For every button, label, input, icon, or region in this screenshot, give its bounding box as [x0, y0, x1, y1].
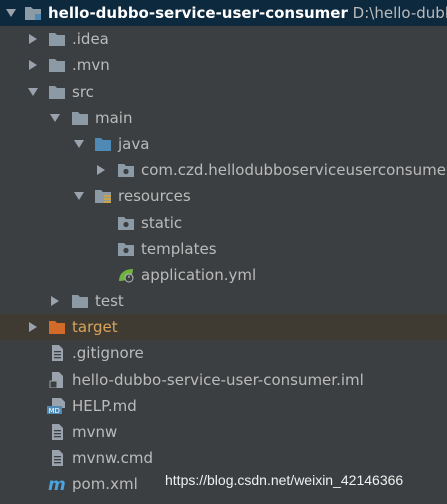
tree-row-gitignore[interactable]: .gitignore	[0, 340, 447, 366]
resources-folder-icon	[94, 188, 112, 204]
chevron-right-icon[interactable]	[26, 314, 40, 340]
package-icon	[117, 162, 135, 178]
tree-item-label: application.yml	[141, 265, 257, 284]
folder-icon	[48, 57, 66, 73]
watermark-text: https://blog.csdn.net/weixin_42146366	[165, 472, 404, 488]
chevron-right-icon[interactable]	[94, 157, 108, 183]
tree-item-label: com.czd.hellodubboserviceuserconsumer	[141, 161, 447, 180]
tree-row-static[interactable]: static	[0, 210, 447, 236]
tree-item-label: target	[72, 318, 118, 337]
tree-item-label: pom.xml	[72, 475, 138, 494]
tree-item-label: templates	[141, 239, 217, 258]
tree-item-label: .gitignore	[72, 344, 144, 363]
tree-item-label: main	[95, 108, 133, 127]
tree-row-iml[interactable]: hello-dubbo-service-user-consumer.iml	[0, 367, 447, 393]
maven-icon: m	[48, 476, 66, 492]
tree-item-label: hello-dubbo-service-user-consumer.iml	[72, 370, 364, 389]
tree-item-label: static	[141, 213, 183, 232]
tree-item-label: src	[72, 82, 94, 101]
project-name: hello-dubbo-service-user-consumer	[48, 4, 348, 22]
tree-item-label: test	[95, 292, 124, 311]
chevron-right-icon[interactable]	[48, 288, 62, 314]
tree-item-label: .idea	[72, 30, 109, 49]
project-tree: hello-dubbo-service-user-consumer D:\hel…	[0, 0, 447, 498]
chevron-down-icon[interactable]	[72, 131, 86, 157]
tree-row-application-yml[interactable]: application.yml	[0, 262, 447, 288]
module-file-icon	[48, 371, 66, 388]
chevron-down-icon[interactable]	[4, 0, 18, 26]
folder-icon	[117, 241, 135, 257]
module-folder-icon	[24, 5, 42, 21]
svg-text:m: m	[48, 476, 66, 492]
tree-item-label: mvnw	[72, 423, 118, 441]
chevron-down-icon[interactable]	[26, 79, 40, 105]
excluded-folder-icon	[48, 319, 66, 335]
tree-row-test[interactable]: test	[0, 288, 447, 314]
tree-row-package[interactable]: com.czd.hellodubboserviceuserconsumer	[0, 157, 447, 183]
svg-text:MD: MD	[49, 407, 60, 414]
tree-row-resources[interactable]: resources	[0, 183, 447, 209]
tree-row-mvnw-cmd[interactable]: mvnw.cmd	[0, 445, 447, 471]
chevron-right-icon[interactable]	[26, 26, 40, 52]
folder-icon	[48, 31, 66, 47]
folder-icon	[117, 215, 135, 231]
text-file-icon	[48, 424, 66, 440]
tree-item-label: HELP.md	[72, 396, 137, 415]
tree-row-root[interactable]: hello-dubbo-service-user-consumer D:\hel…	[0, 0, 447, 27]
chevron-right-icon[interactable]	[26, 52, 40, 78]
chevron-down-icon[interactable]	[72, 183, 86, 209]
chevron-down-icon[interactable]	[48, 105, 62, 131]
tree-row-src[interactable]: src	[0, 79, 447, 105]
tree-row-mvnw[interactable]: mvnw	[0, 419, 447, 445]
text-file-icon	[48, 450, 66, 467]
tree-row-help-md[interactable]: MD HELP.md	[0, 393, 447, 419]
spring-leaf-icon	[117, 267, 135, 283]
tree-item-label: resources	[118, 187, 191, 206]
markdown-icon: MD	[46, 397, 68, 414]
source-folder-icon	[94, 136, 112, 152]
tree-row-main[interactable]: main	[0, 105, 447, 131]
tree-row-java[interactable]: java	[0, 131, 447, 157]
folder-icon	[71, 110, 89, 126]
tree-row-templates[interactable]: templates	[0, 236, 447, 262]
tree-row-idea[interactable]: .idea	[0, 26, 447, 52]
folder-icon	[48, 84, 66, 100]
folder-icon	[71, 293, 89, 309]
project-path: D:\hello-dubbo\	[352, 4, 447, 22]
tree-item-label: .mvn	[72, 56, 110, 75]
root-label: hello-dubbo-service-user-consumer D:\hel…	[48, 0, 447, 26]
tree-item-label: mvnw.cmd	[72, 449, 154, 468]
text-file-icon	[48, 345, 66, 362]
tree-row-target[interactable]: target	[0, 314, 447, 341]
tree-row-mvn[interactable]: .mvn	[0, 52, 447, 78]
tree-item-label: java	[118, 134, 150, 153]
